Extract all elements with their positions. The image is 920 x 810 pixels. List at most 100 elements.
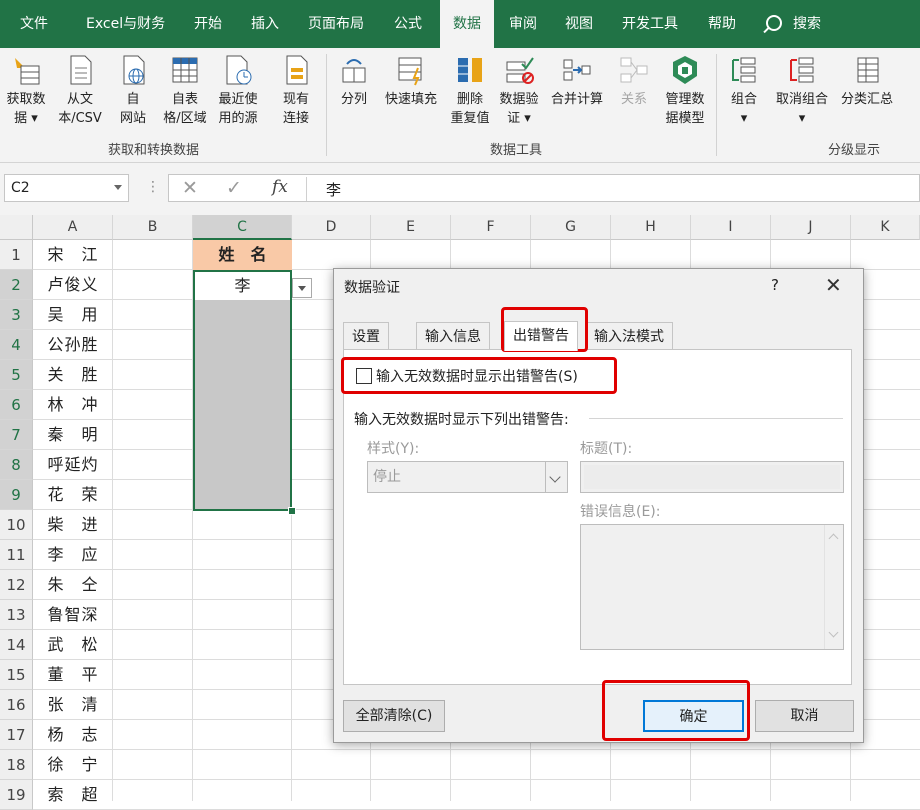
column-header-h[interactable]: H [611, 215, 691, 240]
tab-insert[interactable]: 插入 [251, 0, 279, 48]
name-box[interactable]: C2 [4, 174, 129, 202]
formula-bar-grip-icon[interactable]: ⋮ [146, 179, 160, 195]
textarea-scrollbar[interactable] [824, 525, 843, 649]
chevron-up-icon[interactable] [828, 533, 839, 544]
row-header-8[interactable]: 8 [0, 450, 33, 480]
cell-a2[interactable]: 卢俊义 [33, 270, 113, 300]
cell-a6[interactable]: 林 冲 [33, 390, 113, 420]
column-header-j[interactable]: J [771, 215, 851, 240]
cell-a10[interactable]: 柴 进 [33, 510, 113, 540]
cell-a8[interactable]: 呼延灼 [33, 450, 113, 480]
column-header-d[interactable]: D [292, 215, 371, 240]
cell-a11[interactable]: 李 应 [33, 540, 113, 570]
from-table-range-button[interactable]: 自表 格/区域 [160, 52, 210, 128]
get-data-button[interactable]: 获取数 据 ▾ [0, 52, 52, 128]
remove-duplicates-button[interactable]: 删除 重复值 [446, 52, 494, 128]
cell-c1-header[interactable]: 姓 名 [193, 240, 292, 270]
row-header-3[interactable]: 3 [0, 300, 33, 330]
tab-developer[interactable]: 开发工具 [622, 0, 678, 48]
text-to-columns-button[interactable]: 分列 [334, 52, 374, 109]
tab-page-layout[interactable]: 页面布局 [308, 0, 364, 48]
row-header-6[interactable]: 6 [0, 390, 33, 420]
row-header-19[interactable]: 19 [0, 780, 33, 810]
cell-a18[interactable]: 徐 宁 [33, 750, 113, 780]
tab-help[interactable]: 帮助 [708, 0, 736, 48]
error-message-textarea[interactable] [580, 524, 844, 650]
title-input[interactable] [580, 461, 844, 493]
consolidate-button[interactable]: 合并计算 [546, 52, 608, 109]
column-header-i[interactable]: I [691, 215, 771, 240]
validation-dropdown-button[interactable] [292, 278, 312, 298]
help-button[interactable]: ? [771, 276, 779, 294]
ungroup-button[interactable]: 取消组合 ▾ [770, 52, 834, 128]
enter-icon[interactable]: ✓ [226, 177, 242, 199]
row-header-17[interactable]: 17 [0, 720, 33, 750]
row-header-5[interactable]: 5 [0, 360, 33, 390]
cell-a17[interactable]: 杨 志 [33, 720, 113, 750]
column-header-e[interactable]: E [371, 215, 451, 240]
insert-function-button[interactable]: fx [272, 177, 288, 197]
cell-a7[interactable]: 秦 明 [33, 420, 113, 450]
row-header-12[interactable]: 12 [0, 570, 33, 600]
cell-a14[interactable]: 武 松 [33, 630, 113, 660]
row-header-4[interactable]: 4 [0, 330, 33, 360]
existing-connections-button[interactable]: 现有 连接 [274, 52, 318, 128]
cell-a13[interactable]: 鲁智深 [33, 600, 113, 630]
search-label[interactable]: 搜索 [793, 0, 821, 48]
tab-home[interactable]: 开始 [194, 0, 222, 48]
tab-formulas[interactable]: 公式 [394, 0, 422, 48]
row-header-14[interactable]: 14 [0, 630, 33, 660]
column-header-c[interactable]: C [193, 215, 292, 240]
cell-a19[interactable]: 索 超 [33, 780, 113, 810]
group-button[interactable]: 组合 ▾ [724, 52, 764, 128]
flash-fill-button[interactable]: 快速填充 [380, 52, 442, 109]
tab-error-alert[interactable]: 出错警告 [504, 321, 578, 351]
data-validation-button[interactable]: 数据验 证 ▾ [494, 52, 544, 128]
manage-data-model-button[interactable]: 管理数 据模型 [660, 52, 710, 128]
chevron-down-icon[interactable] [545, 462, 567, 492]
tab-data[interactable]: 数据 [440, 0, 494, 48]
tab-review[interactable]: 审阅 [509, 0, 537, 48]
cancel-icon[interactable]: ✕ [182, 177, 198, 199]
column-header-f[interactable]: F [451, 215, 531, 240]
style-select[interactable]: 停止 [367, 461, 568, 493]
tab-input-message[interactable]: 输入信息 [416, 322, 490, 350]
row-header-7[interactable]: 7 [0, 420, 33, 450]
from-text-csv-button[interactable]: 从文 本/CSV [52, 52, 108, 128]
from-web-button[interactable]: 自 网站 [108, 52, 158, 128]
clear-all-button[interactable]: 全部清除(C) [343, 700, 445, 732]
close-button[interactable]: ✕ [825, 273, 842, 297]
cell-a5[interactable]: 关 胜 [33, 360, 113, 390]
row-header-1[interactable]: 1 [0, 240, 33, 270]
cancel-button[interactable]: 取消 [755, 700, 854, 732]
row-header-2[interactable]: 2 [0, 270, 33, 300]
tab-file[interactable]: 文件 [20, 0, 48, 48]
row-header-16[interactable]: 16 [0, 690, 33, 720]
column-header-g[interactable]: G [531, 215, 611, 240]
cell-a1[interactable]: 宋 江 [33, 240, 113, 270]
relationships-button[interactable]: 关系 [612, 52, 656, 109]
cell-a9[interactable]: 花 荣 [33, 480, 113, 510]
cell-a12[interactable]: 朱 仝 [33, 570, 113, 600]
row-header-18[interactable]: 18 [0, 750, 33, 780]
chevron-down-icon[interactable] [114, 185, 122, 190]
tab-excel-finance[interactable]: Excel与财务 [86, 0, 165, 48]
search-icon[interactable] [766, 15, 782, 31]
cell-a15[interactable]: 董 平 [33, 660, 113, 690]
row-header-10[interactable]: 10 [0, 510, 33, 540]
cell-a4[interactable]: 公孙胜 [33, 330, 113, 360]
cell-a3[interactable]: 吴 用 [33, 300, 113, 330]
cell-a16[interactable]: 张 清 [33, 690, 113, 720]
row-header-11[interactable]: 11 [0, 540, 33, 570]
row-header-15[interactable]: 15 [0, 660, 33, 690]
tab-ime-mode[interactable]: 输入法模式 [585, 322, 673, 350]
tab-settings[interactable]: 设置 [343, 322, 389, 350]
chevron-down-icon[interactable] [828, 627, 839, 638]
select-all-corner[interactable] [0, 215, 33, 240]
row-header-13[interactable]: 13 [0, 600, 33, 630]
column-header-b[interactable]: B [113, 215, 193, 240]
column-header-k[interactable]: K [851, 215, 920, 240]
fill-handle[interactable] [288, 507, 296, 515]
recent-sources-button[interactable]: 最近使 用的源 [212, 52, 264, 128]
column-header-a[interactable]: A [33, 215, 113, 240]
